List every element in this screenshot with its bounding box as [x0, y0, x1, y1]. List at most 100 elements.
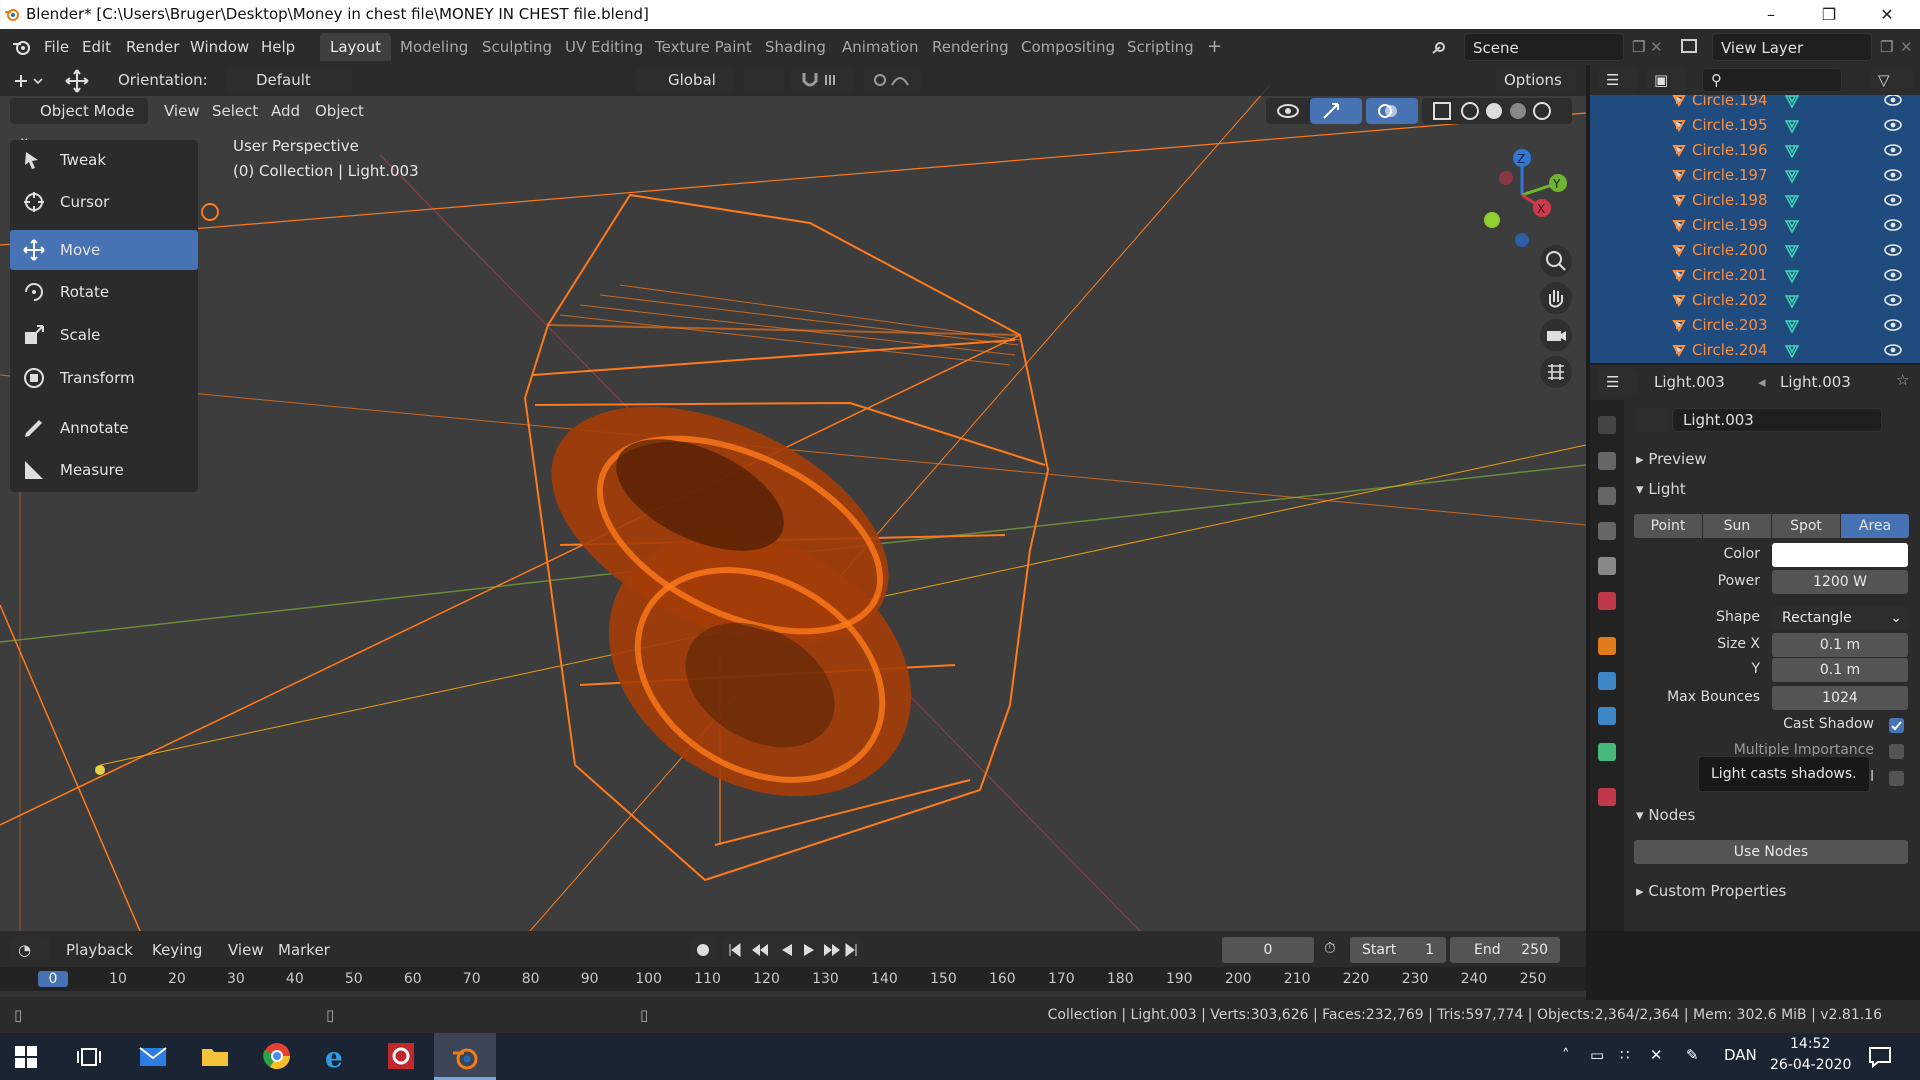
light-type-point[interactable]: Point — [1634, 514, 1702, 538]
tool-annotate[interactable]: Annotate — [10, 408, 198, 448]
nodes-section-title[interactable]: ▾ Nodes — [1636, 806, 1695, 824]
preview-section-title[interactable]: ▸ Preview — [1636, 450, 1707, 468]
transform-pivot-icon[interactable] — [62, 68, 92, 94]
playback-controls[interactable] — [722, 937, 862, 963]
menu-render[interactable]: Render — [126, 29, 179, 65]
outliner-search-input[interactable]: ⚲ — [1702, 68, 1842, 92]
visibility-eye-icon[interactable] — [1884, 344, 1902, 356]
record-button[interactable] — [690, 937, 716, 963]
menu-select[interactable]: Select — [212, 102, 258, 120]
outliner-row[interactable]: Circle.198 — [1590, 188, 1920, 213]
use-nodes-button[interactable]: Use Nodes — [1634, 840, 1908, 864]
menu-view[interactable]: View — [164, 102, 200, 120]
max-bounces-field[interactable]: 1024 — [1772, 686, 1908, 710]
mode-dropdown[interactable]: Object Mode ⌄ — [10, 98, 148, 146]
windows-start-icon[interactable] — [14, 1045, 38, 1069]
battery-icon[interactable]: ▭ — [1590, 1046, 1604, 1064]
camera-view-button[interactable] — [1540, 319, 1572, 351]
menu-edit[interactable]: Edit — [82, 29, 111, 65]
tab-scripting[interactable]: Scripting — [1117, 33, 1204, 61]
view-layer-field[interactable]: View Layer — [1712, 33, 1872, 61]
tool-tweak[interactable]: Tweak — [10, 140, 198, 180]
constraint-tab[interactable] — [1598, 707, 1616, 725]
world-tab[interactable] — [1598, 592, 1616, 610]
pen-icon[interactable]: ✎ — [1686, 1046, 1699, 1064]
maximize-button[interactable]: ❐ — [1800, 0, 1858, 29]
outliner-row[interactable]: Circle.200 — [1590, 238, 1920, 263]
scene-icon[interactable] — [1430, 37, 1450, 57]
filter-dropdown[interactable]: ▽ — [1870, 67, 1914, 93]
tab-layout[interactable]: Layout — [320, 33, 391, 61]
keyboard-language[interactable]: DAN — [1724, 1046, 1757, 1064]
overlay-toggle[interactable] — [1366, 98, 1418, 124]
mail-icon[interactable] — [138, 1041, 168, 1071]
tool-rotate[interactable]: Rotate — [10, 272, 198, 312]
outliner-row[interactable]: Circle.199 — [1590, 213, 1920, 238]
orientation-dropdown[interactable]: Default — [226, 67, 352, 93]
tray-chevron-icon[interactable]: ˄ — [1562, 1046, 1570, 1064]
menu-keying[interactable]: Keying — [152, 941, 202, 959]
visibility-eye-icon[interactable] — [1884, 95, 1902, 106]
new-scene-icon[interactable]: ❐ — [1632, 29, 1645, 65]
modifier-tab[interactable] — [1598, 672, 1616, 690]
tab-uv-editing[interactable]: UV Editing — [555, 33, 653, 61]
properties-editor-type[interactable]: ☰ — [1598, 369, 1638, 395]
tab-modeling[interactable]: Modeling — [390, 33, 478, 61]
tool-measure[interactable]: Measure — [10, 450, 198, 490]
remove-scene-icon[interactable]: ✕ — [1650, 29, 1663, 65]
tab-animation[interactable]: Animation — [832, 33, 928, 61]
tool-tab[interactable] — [1598, 416, 1616, 434]
outliner-row[interactable]: Circle.201 — [1590, 263, 1920, 288]
outliner-row[interactable]: Circle.204 — [1590, 338, 1920, 363]
chrome-icon[interactable] — [262, 1041, 292, 1071]
datablock-field[interactable]: Light.003 — [1672, 408, 1882, 432]
menu-add[interactable]: Add — [271, 102, 300, 120]
new-view-layer-icon[interactable]: ❐ — [1880, 29, 1893, 65]
pan-button[interactable] — [1540, 282, 1572, 314]
tab-sculpting[interactable]: Sculpting — [472, 33, 562, 61]
timeline-editor-type[interactable]: ◔ — [10, 937, 50, 963]
tool-cursor[interactable]: Cursor — [10, 182, 198, 222]
mis-checkbox[interactable] — [1889, 744, 1904, 759]
tab-texture-paint[interactable]: Texture Paint — [645, 33, 762, 61]
view-layer-icon[interactable] — [1680, 37, 1702, 57]
tab-compositing[interactable]: Compositing — [1011, 33, 1125, 61]
cast-shadow-checkbox[interactable] — [1889, 718, 1904, 733]
close-button[interactable]: ✕ — [1858, 0, 1916, 29]
view-layer-tab[interactable] — [1598, 522, 1616, 540]
visibility-eye-icon[interactable] — [1884, 244, 1902, 256]
light-section-title[interactable]: ▾ Light — [1636, 480, 1686, 498]
timer-icon[interactable]: ⏱ — [1324, 939, 1336, 957]
outliner-editor-type[interactable]: ☰ — [1598, 67, 1638, 93]
transform-orientation-dropdown[interactable]: Global — [636, 67, 734, 93]
outliner-row[interactable]: Circle.195 — [1590, 113, 1920, 138]
visibility-eye-icon[interactable] — [1884, 169, 1902, 181]
tool-scale[interactable]: Scale — [10, 315, 198, 355]
internet-explorer-icon[interactable]: e — [322, 1041, 352, 1071]
display-mode-dropdown[interactable]: ▣ — [1646, 67, 1686, 93]
wifi-icon[interactable]: ∷ — [1620, 1046, 1630, 1064]
snap-toggle[interactable] — [790, 67, 854, 93]
settings-gear-icon[interactable] — [386, 1041, 416, 1071]
menu-file[interactable]: File — [44, 29, 69, 65]
shading-mode-selector[interactable] — [1422, 98, 1572, 124]
notification-icon[interactable] — [1868, 1046, 1892, 1068]
outliner-row[interactable]: Circle.203 — [1590, 313, 1920, 338]
tool-transform[interactable]: Transform — [10, 358, 198, 398]
tab-shading[interactable]: Shading — [755, 33, 836, 61]
current-frame-field[interactable]: 0 — [1222, 937, 1314, 963]
visibility-eye-icon[interactable] — [1884, 119, 1902, 131]
scene-field[interactable]: Scene — [1464, 33, 1624, 61]
end-frame-field[interactable]: End 250 — [1450, 937, 1560, 963]
visibility-eye-icon[interactable] — [1884, 194, 1902, 206]
navigation-gizmo[interactable]: Z Y X — [1470, 140, 1586, 250]
file-explorer-icon[interactable] — [200, 1041, 230, 1071]
pivot-point-dropdown[interactable] — [744, 67, 784, 93]
size-y-field[interactable]: 0.1 m — [1772, 658, 1908, 682]
clock-date[interactable]: 26-04-2020 — [1770, 1057, 1851, 1073]
outliner-row[interactable]: Circle.196 — [1590, 138, 1920, 163]
color-swatch[interactable] — [1772, 543, 1908, 567]
size-x-field[interactable]: 0.1 m — [1772, 633, 1908, 657]
3d-viewport[interactable]: Z Y X — [0, 65, 1586, 931]
light-type-area[interactable]: Area — [1841, 514, 1909, 538]
